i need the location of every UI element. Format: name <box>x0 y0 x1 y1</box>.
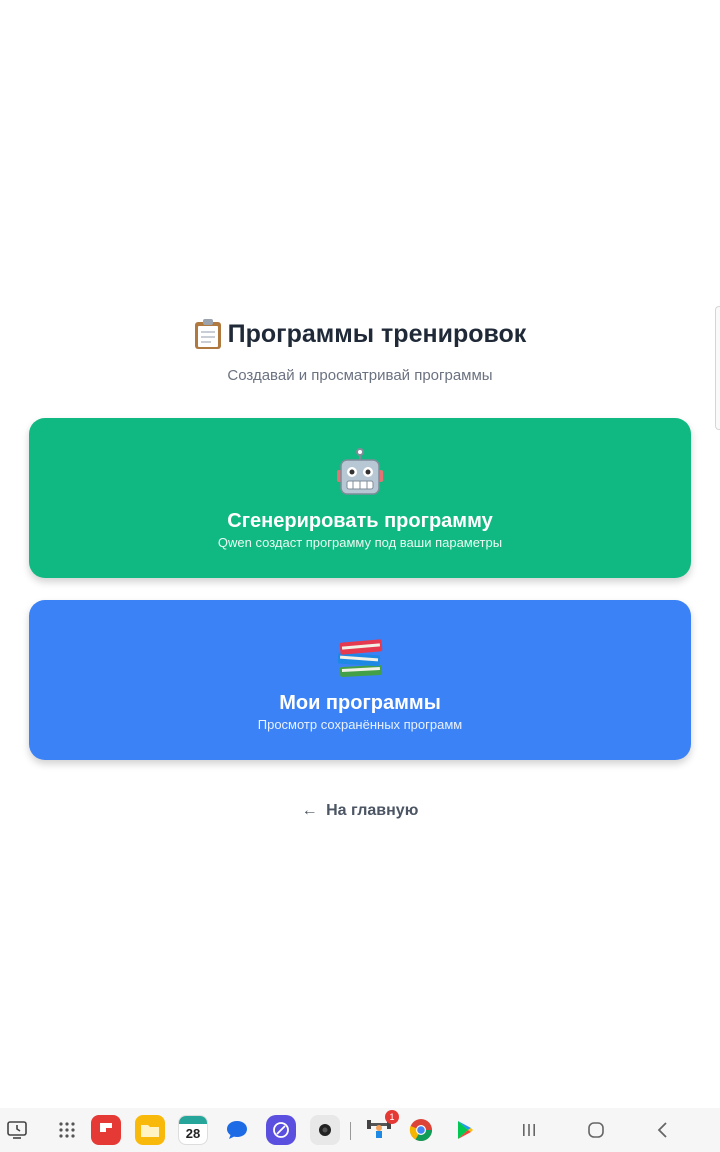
generate-program-description: Qwen создаст программу под ваши параметр… <box>217 535 503 550</box>
calendar-day: 28 <box>185 1125 201 1141</box>
back-to-home-link[interactable]: ← На главную <box>0 802 720 820</box>
fitness-app-icon[interactable]: 1 <box>364 1110 399 1145</box>
taskbar-divider <box>350 1122 351 1140</box>
books-icon <box>29 630 691 682</box>
page-title-text: Программы тренировок <box>227 319 527 348</box>
back-to-home-label: На главную <box>326 802 419 819</box>
page-header: Программы тренировок Создавай и просматр… <box>0 318 720 384</box>
recents-icon[interactable] <box>514 1115 544 1145</box>
screen: Программы тренировок Создавай и просматр… <box>0 0 720 1152</box>
robot-icon <box>29 448 691 500</box>
notification-badge: 1 <box>385 1110 399 1124</box>
play-store-icon[interactable] <box>450 1115 480 1145</box>
clipboard-icon <box>194 318 222 350</box>
screen-share-icon[interactable] <box>2 1115 32 1145</box>
messages-icon[interactable] <box>222 1115 252 1145</box>
page-title: Программы тренировок <box>194 318 527 350</box>
arrow-left-icon: ← <box>301 802 318 819</box>
browser-icon[interactable] <box>266 1115 296 1145</box>
generate-program-card[interactable]: Сгенерировать программу Qwen создаст про… <box>29 418 691 578</box>
page-subtitle: Создавай и просматривай программы <box>227 367 493 384</box>
files-icon[interactable] <box>135 1115 165 1145</box>
calendar-icon[interactable]: 28 <box>178 1115 208 1145</box>
camera-icon[interactable] <box>310 1115 340 1145</box>
my-programs-description: Просмотр сохранённых программ <box>257 717 463 732</box>
apps-grid-icon[interactable] <box>52 1115 82 1145</box>
chrome-icon[interactable] <box>406 1115 436 1145</box>
my-programs-card[interactable]: Мои программы Просмотр сохранённых прогр… <box>29 600 691 760</box>
home-icon[interactable] <box>581 1115 611 1145</box>
generate-program-title: Сгенерировать программу <box>227 510 493 532</box>
back-icon[interactable] <box>648 1115 678 1145</box>
taskbar: 28 1 <box>0 1108 720 1152</box>
flipboard-icon[interactable] <box>91 1115 121 1145</box>
my-programs-title: Мои программы <box>279 692 441 714</box>
